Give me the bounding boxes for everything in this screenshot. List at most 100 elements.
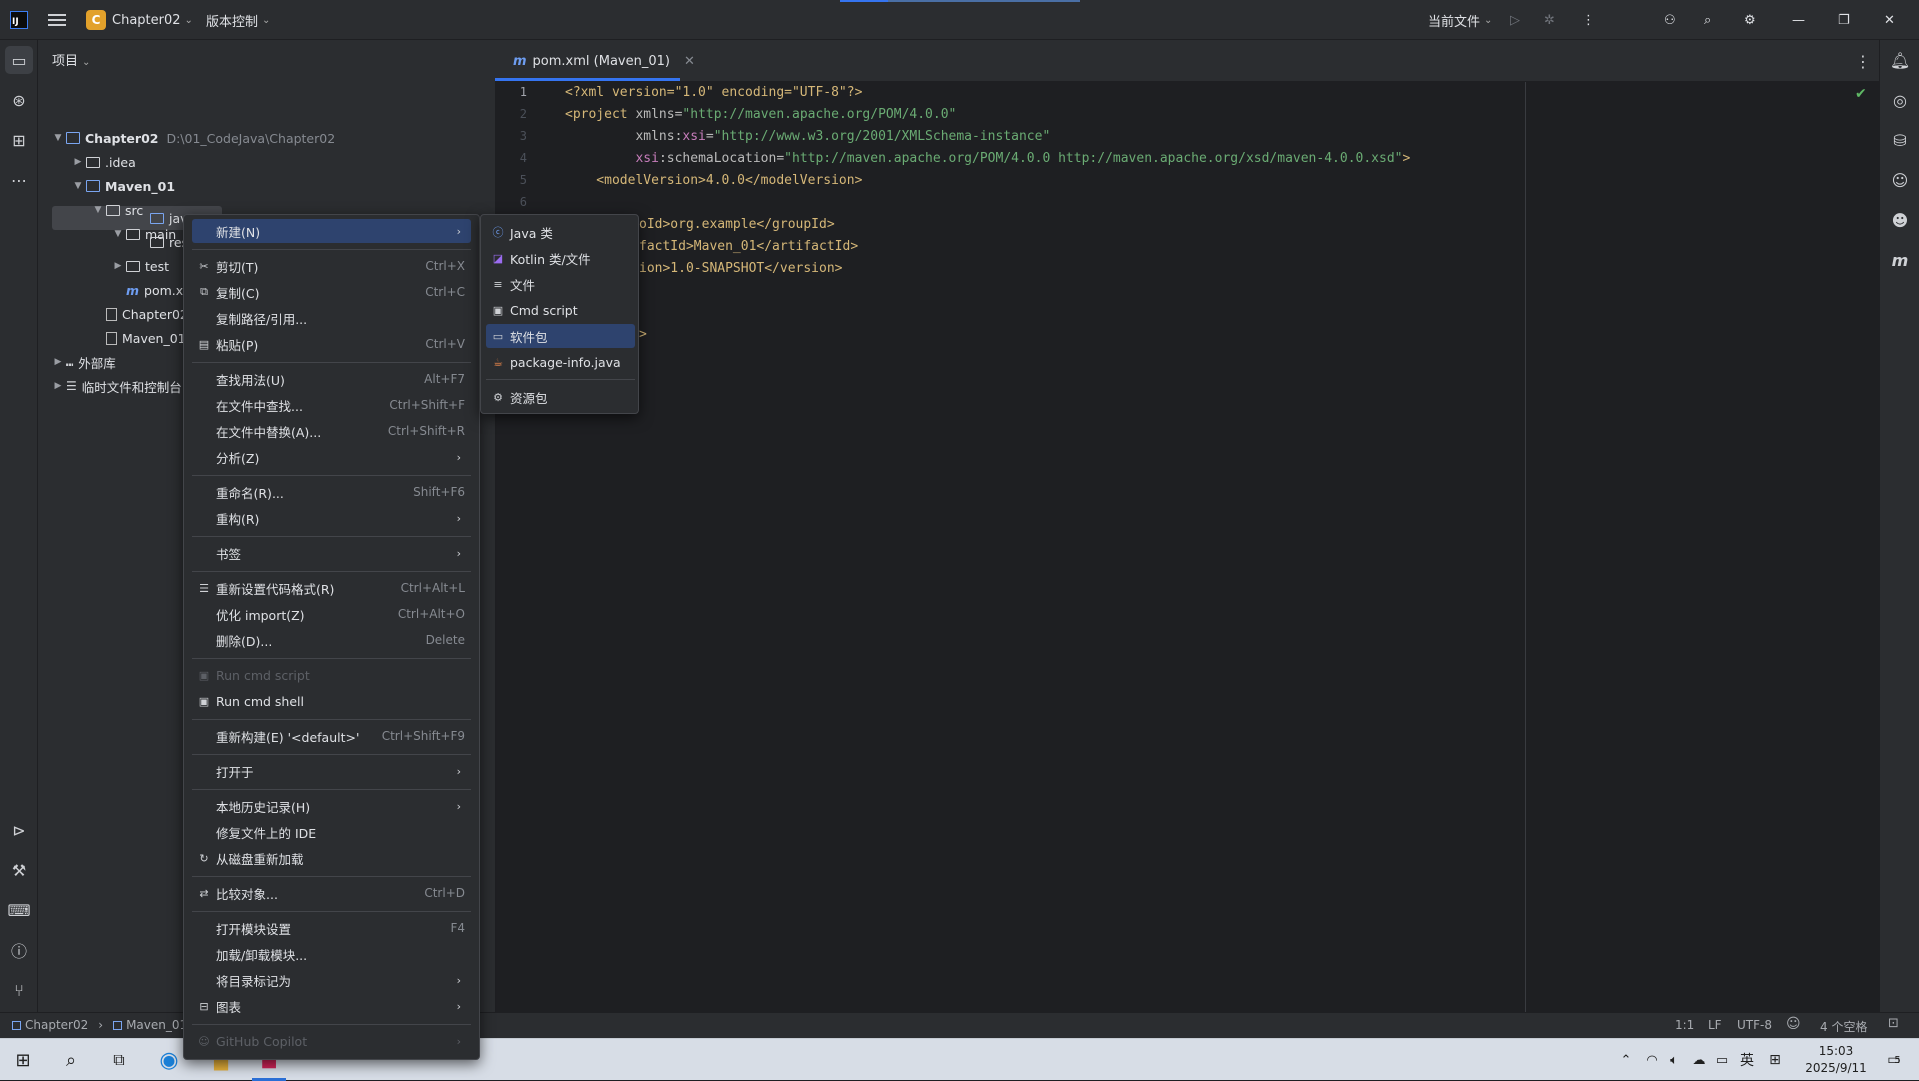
restore-icon[interactable]: ❐ <box>1838 0 1850 40</box>
breadcrumb-item[interactable]: Maven_01 <box>126 1018 187 1032</box>
copilot-status-icon[interactable]: ☺ <box>1786 1016 1801 1032</box>
menu-item-optimize-imports[interactable]: 优化 import(Z) Ctrl+Alt+O <box>192 602 471 626</box>
more-vertical-icon[interactable]: ⋮ <box>1582 0 1595 40</box>
edge-browser-icon[interactable]: ◉ <box>152 1039 186 1081</box>
notifications-icon[interactable]: 🔔︎ <box>1886 46 1914 74</box>
caret-position[interactable]: 1:1 <box>1675 1018 1694 1032</box>
tree-item-chapter02[interactable]: ▼ Chapter02 D:\01_CodeJava\Chapter02 <box>38 126 495 150</box>
project-selector[interactable]: C Chapter02 ⌄ <box>86 0 193 40</box>
git-icon[interactable]: ⑂ <box>5 976 33 1004</box>
submenu-java-class[interactable]: ⓒ Java 类 <box>486 220 635 244</box>
ai-assistant-icon[interactable]: ◎ <box>1886 86 1914 114</box>
menu-item-local-history[interactable]: 本地历史记录(H) › <box>192 794 471 818</box>
minimize-icon[interactable]: — <box>1792 0 1805 40</box>
volume-muted-icon[interactable]: 🔈︎ <box>1664 1039 1684 1081</box>
menu-item-rebuild[interactable]: 重新构建(E) '<default>' Ctrl+Shift+F9 <box>192 724 471 748</box>
menu-item-label: GitHub Copilot <box>216 1033 308 1049</box>
gear-icon[interactable]: ⚙ <box>1744 0 1756 40</box>
more-vertical-icon[interactable]: ⋮ <box>1855 40 1871 82</box>
menu-item-repair-ide[interactable]: 修复文件上的 IDE <box>192 820 471 844</box>
menu-item-run-cmd-shell[interactable]: ▣ Run cmd shell <box>192 689 471 713</box>
commit-icon[interactable]: ⊛ <box>5 86 33 114</box>
services-icon[interactable]: ⊳ <box>5 816 33 844</box>
folder-icon[interactable]: ▭ <box>5 46 33 74</box>
database-icon[interactable]: ⛁ <box>1886 126 1914 154</box>
menu-item-paste[interactable]: ▤ 粘贴(P) Ctrl+V <box>192 332 471 356</box>
menu-item-open-in[interactable]: 打开于 › <box>192 759 471 783</box>
structure-icon[interactable]: ⊞ <box>5 126 33 154</box>
breadcrumb-item[interactable]: Chapter02 <box>25 1018 88 1032</box>
chevron-up-icon[interactable]: ⌃ <box>1616 1039 1636 1081</box>
module-icon <box>113 1020 123 1030</box>
menu-item-find-in-files[interactable]: 在文件中查找... Ctrl+Shift+F <box>192 393 471 417</box>
no-problems-check-icon[interactable]: ✔ <box>1855 86 1867 102</box>
menu-item-mark-directory-as[interactable]: 将目录标记为 › <box>192 968 471 992</box>
tree-item-maven01[interactable]: ▼ Maven_01 <box>38 174 495 198</box>
task-view-icon[interactable]: ⧉ <box>104 1039 134 1081</box>
search-icon[interactable]: ⌕ <box>1704 0 1711 40</box>
chevron-down-icon: ▼ <box>74 181 82 191</box>
app-logo: IJ <box>10 0 28 40</box>
menu-item-diagrams[interactable]: ⊟ 图表 › <box>192 994 471 1018</box>
menu-item-copy[interactable]: ⧉ 复制(C) Ctrl+C <box>192 280 471 304</box>
terminal-icon[interactable]: ⌨ <box>5 896 33 924</box>
maven-icon[interactable]: m <box>1886 246 1914 274</box>
submenu-kotlin-file[interactable]: ◪ Kotlin 类/文件 <box>486 246 635 270</box>
submenu-cmd-script[interactable]: ▣ Cmd script <box>486 298 635 322</box>
onedrive-icon[interactable]: ☁ <box>1688 1039 1710 1081</box>
debug-icon[interactable]: ✲ <box>1544 0 1555 40</box>
lock-icon[interactable]: ⊡ <box>1888 1016 1899 1031</box>
code-editor[interactable]: ✔ 1 2 3 4 5 6 <?xml version="1.0" encodi… <box>495 82 1879 1012</box>
run-config-selector[interactable]: 当前文件 ⌄ <box>1428 0 1492 40</box>
menu-item-new[interactable]: 新建(N) › <box>192 219 471 243</box>
close-icon[interactable]: ✕ <box>1884 0 1895 40</box>
source-folder-icon <box>150 212 164 224</box>
menu-item-find-usages[interactable]: 查找用法(U) Alt+F7 <box>192 367 471 391</box>
problems-icon[interactable]: ⓘ <box>5 936 33 964</box>
system-clock[interactable]: 15:03 2025/9/11 <box>1796 1043 1876 1077</box>
menu-item-compare-with[interactable]: ⇄ 比较对象... Ctrl+D <box>192 881 471 905</box>
menu-item-bookmarks[interactable]: 书签 › <box>192 541 471 565</box>
menu-item-label: 新建(N) <box>216 224 261 240</box>
menu-item-module-settings[interactable]: 打开模块设置 F4 <box>192 916 471 940</box>
indent-setting[interactable]: 4 个空格 <box>1820 1018 1867 1035</box>
search-icon[interactable]: ⌕ <box>56 1039 86 1081</box>
tab-pom-xml[interactable]: m pom.xml (Maven_01) ✕ <box>505 40 703 82</box>
menu-item-delete[interactable]: 删除(D)... Delete <box>192 628 471 652</box>
wifi-icon[interactable]: ◠ <box>1642 1039 1662 1081</box>
chevron-right-icon: › <box>98 1018 104 1032</box>
submenu-package-info[interactable]: ☕︎ package-info.java <box>486 350 635 374</box>
copilot-icon[interactable]: ☺ <box>1886 166 1914 194</box>
vcs-menu[interactable]: 版本控制 ⌄ <box>206 0 270 40</box>
menu-item-reformat-code[interactable]: ☰ 重新设置代码格式(R) Ctrl+Alt+L <box>192 576 471 600</box>
menu-item-load-unload-modules[interactable]: 加载/卸载模块... <box>192 942 471 966</box>
run-icon[interactable]: ▷ <box>1510 0 1520 40</box>
battery-icon[interactable]: ▭ <box>1712 1039 1732 1081</box>
project-panel-title[interactable]: 项目 ⌄ <box>52 50 90 69</box>
tree-item-idea[interactable]: ▶ .idea <box>38 150 495 174</box>
menu-item-rename[interactable]: 重命名(R)... Shift+F6 <box>192 480 471 504</box>
more-horizontal-icon[interactable]: ⋯ <box>5 166 33 194</box>
close-tab-icon[interactable]: ✕ <box>684 54 695 69</box>
menu-item-cut[interactable]: ✂ 剪切(T) Ctrl+X <box>192 254 471 278</box>
file-encoding[interactable]: UTF-8 <box>1737 1018 1772 1032</box>
main-menu-button[interactable] <box>48 0 66 40</box>
menu-item-label: 打开模块设置 <box>216 921 292 937</box>
submenu-resource-bundle[interactable]: ⚙ 资源包 <box>486 385 635 409</box>
menu-item-analyze[interactable]: 分析(Z) › <box>192 445 471 469</box>
menu-item-copy-path[interactable]: 复制路径/引用... <box>192 306 471 330</box>
build-icon[interactable]: ⚒ <box>5 856 33 884</box>
menu-item-shortcut: Ctrl+V <box>425 337 465 351</box>
menu-item-replace-in-files[interactable]: 在文件中替换(A)... Ctrl+Shift+R <box>192 419 471 443</box>
keyboard-icon[interactable]: ⊞ <box>1764 1039 1786 1081</box>
submenu-file[interactable]: ≡ 文件 <box>486 272 635 296</box>
copilot-chat-icon[interactable]: ☻ <box>1886 206 1914 234</box>
submenu-package[interactable]: ▭ 软件包 <box>486 324 635 348</box>
menu-item-reload-from-disk[interactable]: ↻ 从磁盘重新加载 <box>192 846 471 870</box>
notification-center-icon[interactable]: ▭ 5 <box>1880 1039 1908 1081</box>
windows-start-icon[interactable]: ⊞ <box>8 1039 38 1081</box>
ime-indicator[interactable]: 英 <box>1736 1039 1758 1081</box>
add-user-icon[interactable]: ⚇ <box>1664 0 1676 40</box>
menu-item-refactor[interactable]: 重构(R) › <box>192 506 471 530</box>
line-separator[interactable]: LF <box>1708 1018 1722 1032</box>
